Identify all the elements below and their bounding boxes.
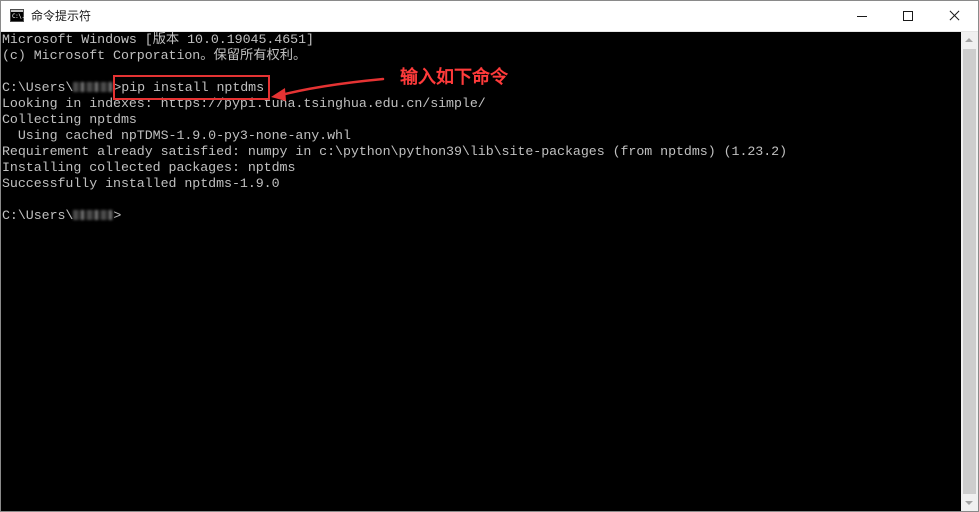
console-line-version: Microsoft Windows [版本 10.0.19045.4651] [2, 32, 314, 47]
cmd-icon[interactable]: C:\. [10, 9, 25, 22]
annotation-arrow [271, 77, 385, 101]
console-line-success: Successfully installed nptdms-1.9.0 [2, 176, 280, 191]
console-line-requirement: Requirement already satisfied: numpy in … [2, 144, 788, 159]
window-title: 命令提示符 [31, 9, 92, 23]
console-line-prompt-2: C:\Users\ > [2, 208, 121, 224]
prompt-path: C:\Users\ [2, 208, 74, 223]
console-output[interactable]: Microsoft Windows [版本 10.0.19045.4651] (… [1, 32, 961, 511]
minimize-button[interactable] [839, 1, 885, 31]
scrollbar-thumb[interactable] [963, 49, 976, 494]
redacted-username [73, 82, 114, 92]
console-line-collecting: Collecting nptdms [2, 112, 137, 127]
vertical-scrollbar[interactable] [961, 32, 978, 511]
console-line-copyright: (c) Microsoft Corporation。保留所有权利。 [2, 48, 307, 63]
redacted-username [73, 210, 114, 220]
prompt-path: C:\Users\ [2, 80, 74, 95]
maximize-button[interactable] [885, 1, 931, 31]
title-bar[interactable]: C:\. 命令提示符 [1, 1, 978, 32]
close-button[interactable] [931, 1, 977, 31]
console-line-cached: Using cached npTDMS-1.9.0-py3-none-any.w… [2, 128, 351, 143]
annotation-label: 输入如下命令 [400, 67, 508, 88]
command-prompt-window: C:\. 命令提示符 Microsoft Windows [版本 10.0.19… [0, 0, 979, 512]
prompt-caret: > [113, 208, 122, 223]
scroll-down-arrow-icon[interactable] [961, 494, 978, 511]
command-highlight-box [113, 75, 270, 100]
scroll-up-arrow-icon[interactable] [961, 32, 978, 49]
console-line-installing: Installing collected packages: nptdms [2, 160, 296, 175]
